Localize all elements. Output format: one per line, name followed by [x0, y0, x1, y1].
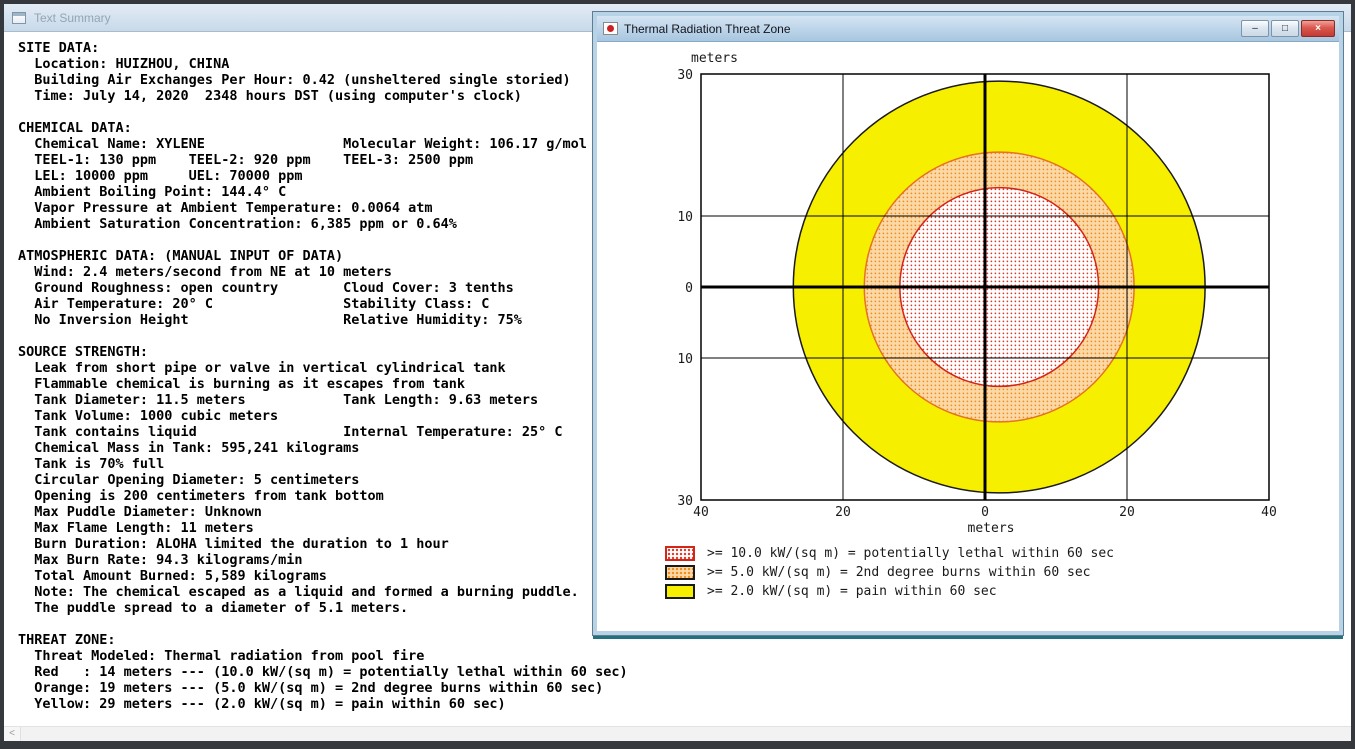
x-tick-label: 20 [835, 505, 851, 520]
y-axis-label: meters [691, 51, 738, 66]
x-tick-label: 0 [981, 505, 989, 520]
horizontal-scrollbar[interactable]: < [4, 726, 1351, 741]
maximize-button[interactable]: □ [1271, 20, 1299, 37]
x-tick-label: 20 [1119, 505, 1135, 520]
y-tick-label: 30 [677, 68, 693, 83]
legend-label-orange: >= 5.0 kW/(sq m) = 2nd degree burns with… [707, 565, 1091, 580]
threat-zone-window: Thermal Radiation Threat Zone – □ × 40 20… [593, 12, 1343, 635]
y-tick-label: 10 [677, 352, 693, 367]
legend-swatch-yellow [665, 584, 695, 599]
y-tick-label: 30 [677, 494, 693, 509]
legend-label-yellow: >= 2.0 kW/(sq m) = pain within 60 sec [707, 584, 997, 599]
text-summary-title: Text Summary [34, 10, 111, 25]
legend-label-red: >= 10.0 kW/(sq m) = potentially lethal w… [707, 546, 1114, 561]
legend-item-orange: >= 5.0 kW/(sq m) = 2nd degree burns with… [665, 565, 1339, 580]
close-button[interactable]: × [1301, 20, 1335, 37]
text-summary-window-icon [12, 11, 26, 24]
legend-item-yellow: >= 2.0 kW/(sq m) = pain within 60 sec [665, 584, 1339, 599]
x-tick-label: 40 [1261, 505, 1277, 520]
threat-zone-plot-area: 40 20 0 20 40 30 10 0 10 30 meters meters >= 10.0 k… [597, 42, 1339, 599]
scroll-left-button[interactable]: < [4, 727, 21, 741]
threat-zone-titlebar[interactable]: Thermal Radiation Threat Zone – □ × [597, 16, 1339, 42]
legend-swatch-red [665, 546, 695, 561]
threat-zone-legend: >= 10.0 kW/(sq m) = potentially lethal w… [665, 546, 1339, 599]
legend-swatch-orange [665, 565, 695, 580]
minimize-button[interactable]: – [1241, 20, 1269, 37]
window-controls: – □ × [1241, 20, 1335, 37]
aloha-app-window: Text Summary SITE DATA: Location: HUIZHO… [4, 4, 1351, 741]
x-tick-label: 40 [693, 505, 709, 520]
y-tick-label: 10 [677, 210, 693, 225]
legend-item-red: >= 10.0 kW/(sq m) = potentially lethal w… [665, 546, 1339, 561]
threat-zone-title: Thermal Radiation Threat Zone [624, 21, 791, 36]
y-tick-label: 0 [685, 281, 693, 296]
threat-zone-window-icon [603, 22, 618, 35]
threat-zone-plot: 40 20 0 20 40301001030metersmeters [677, 51, 1277, 536]
x-axis-label: meters [968, 521, 1015, 536]
